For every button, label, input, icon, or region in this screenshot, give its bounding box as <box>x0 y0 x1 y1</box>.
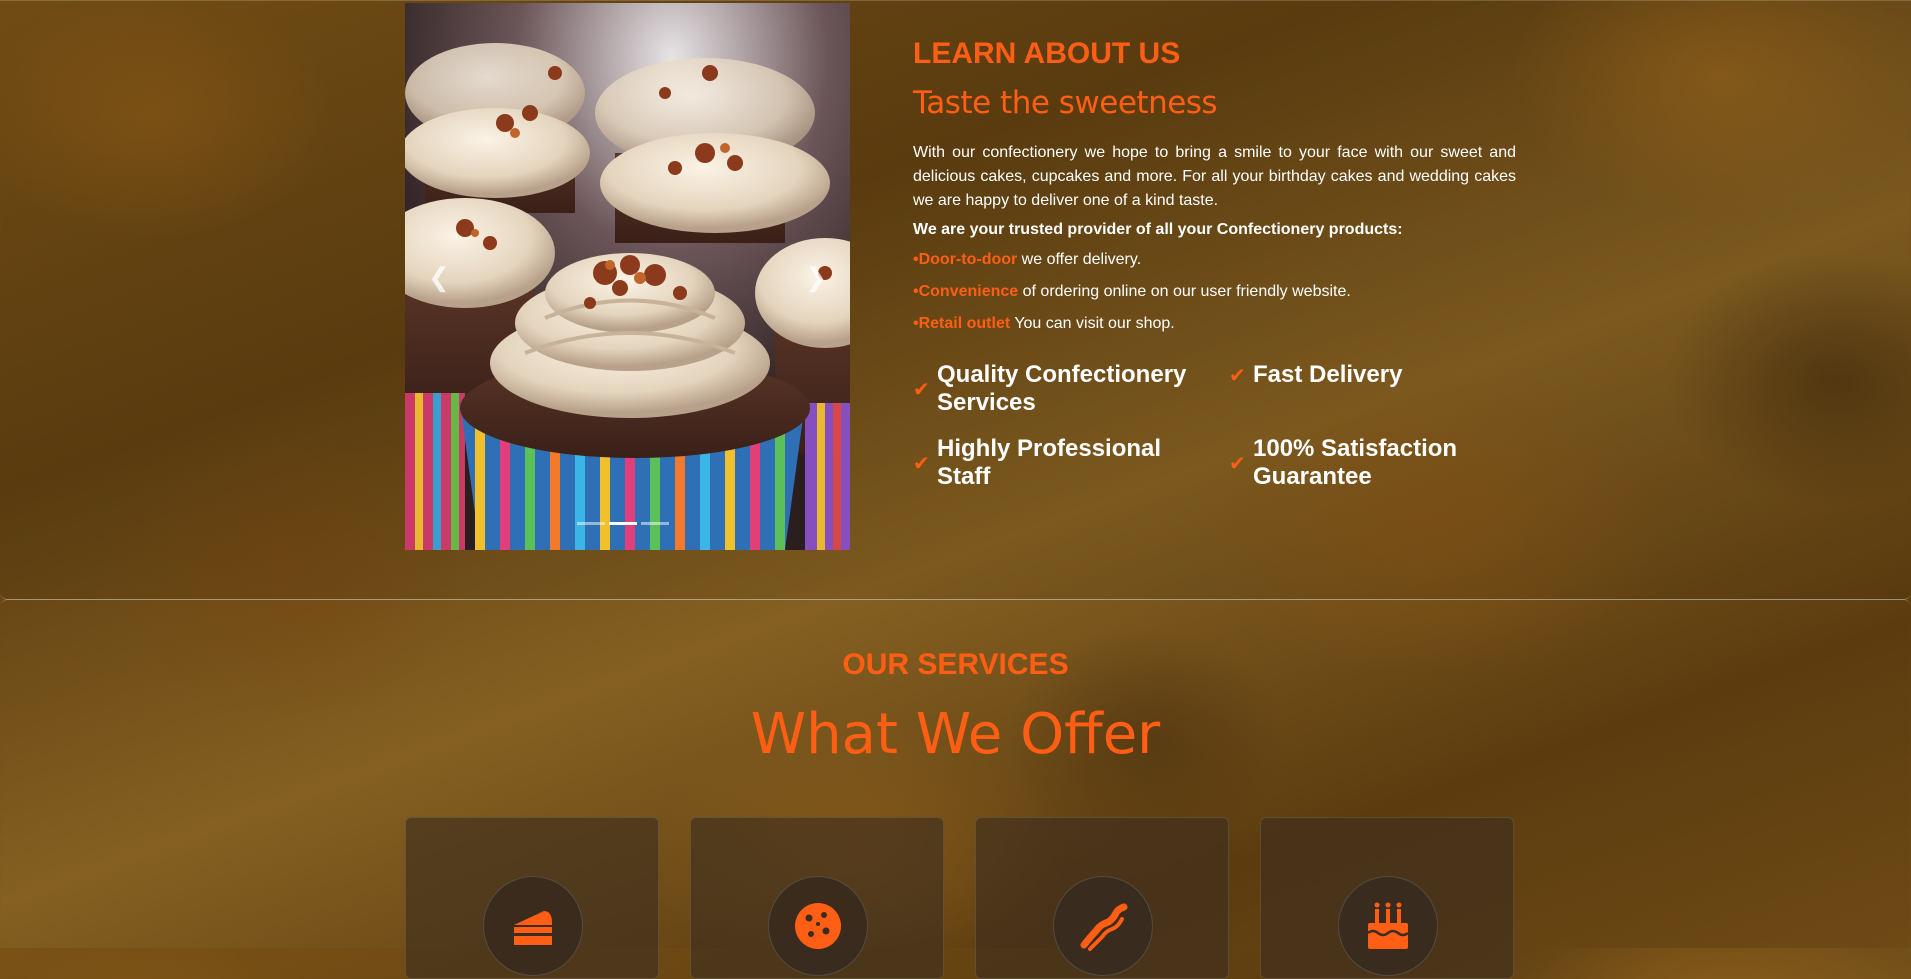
check-icon: ✔ <box>1229 364 1246 387</box>
image-carousel[interactable]: ❮ ❯ <box>405 3 850 550</box>
check-icon: ✔ <box>1229 452 1246 475</box>
service-card-cookies[interactable] <box>690 817 944 979</box>
chevron-left-icon: ❮ <box>428 262 450 292</box>
service-card-cakes[interactable] <box>405 817 659 979</box>
about-eyebrow: LEARN ABOUT US <box>913 37 1181 70</box>
about-content: LEARN ABOUT US Taste the sweetness With … <box>913 37 1516 491</box>
feature-item: ✔ Quality Confectionery Services <box>913 361 1187 416</box>
carousel-indicator[interactable] <box>577 522 605 525</box>
about-description: With our confectionery we hope to bring … <box>913 144 1516 209</box>
cupcakes-photo <box>405 3 850 550</box>
service-card-bacon[interactable] <box>975 817 1229 979</box>
carousel-indicator-active[interactable] <box>609 522 637 525</box>
about-trusted-provider: We are your trusted provider of all your… <box>913 221 1403 238</box>
carousel-prev-button[interactable]: ❮ <box>419 253 459 301</box>
check-icon: ✔ <box>913 452 930 475</box>
carousel-indicators <box>577 522 669 525</box>
feature-item: ✔ Highly Professional Staff <box>913 435 1162 490</box>
carousel-indicator[interactable] <box>641 522 669 525</box>
service-icon-circle <box>1053 876 1153 976</box>
point-convenience: •Convenience of ordering online on our u… <box>913 283 1351 300</box>
service-icon-circle <box>768 876 868 976</box>
services-title: What We Offer <box>750 702 1161 767</box>
cookie-icon <box>795 903 841 949</box>
feature-item: ✔ Fast Delivery <box>1229 361 1403 388</box>
point-door-to-door: •Door-to-door we offer delivery. <box>913 251 1142 268</box>
about-section: ❮ ❯ LEARN ABOUT US Taste the sweetness W… <box>0 0 1911 600</box>
feature-item: ✔ 100% Satisfaction Guarantee <box>1229 435 1458 490</box>
carousel-next-button[interactable]: ❯ <box>796 253 836 301</box>
service-icon-circle <box>1338 876 1438 976</box>
about-title: Taste the sweetness <box>913 85 1218 121</box>
service-card-birthday-cakes[interactable] <box>1260 817 1514 979</box>
chevron-right-icon: ❯ <box>805 262 827 292</box>
check-icon: ✔ <box>913 378 930 401</box>
services-eyebrow: OUR SERVICES <box>842 648 1069 681</box>
birthday-cake-icon <box>1367 902 1409 949</box>
point-retail-outlet: •Retail outlet You can visit our shop. <box>913 315 1175 332</box>
feature-list: ✔ Quality Confectionery Services ✔ Fast … <box>913 361 1516 491</box>
service-icon-circle <box>483 876 583 976</box>
bacon-icon <box>1080 903 1128 951</box>
cake-slice-icon <box>514 911 552 945</box>
